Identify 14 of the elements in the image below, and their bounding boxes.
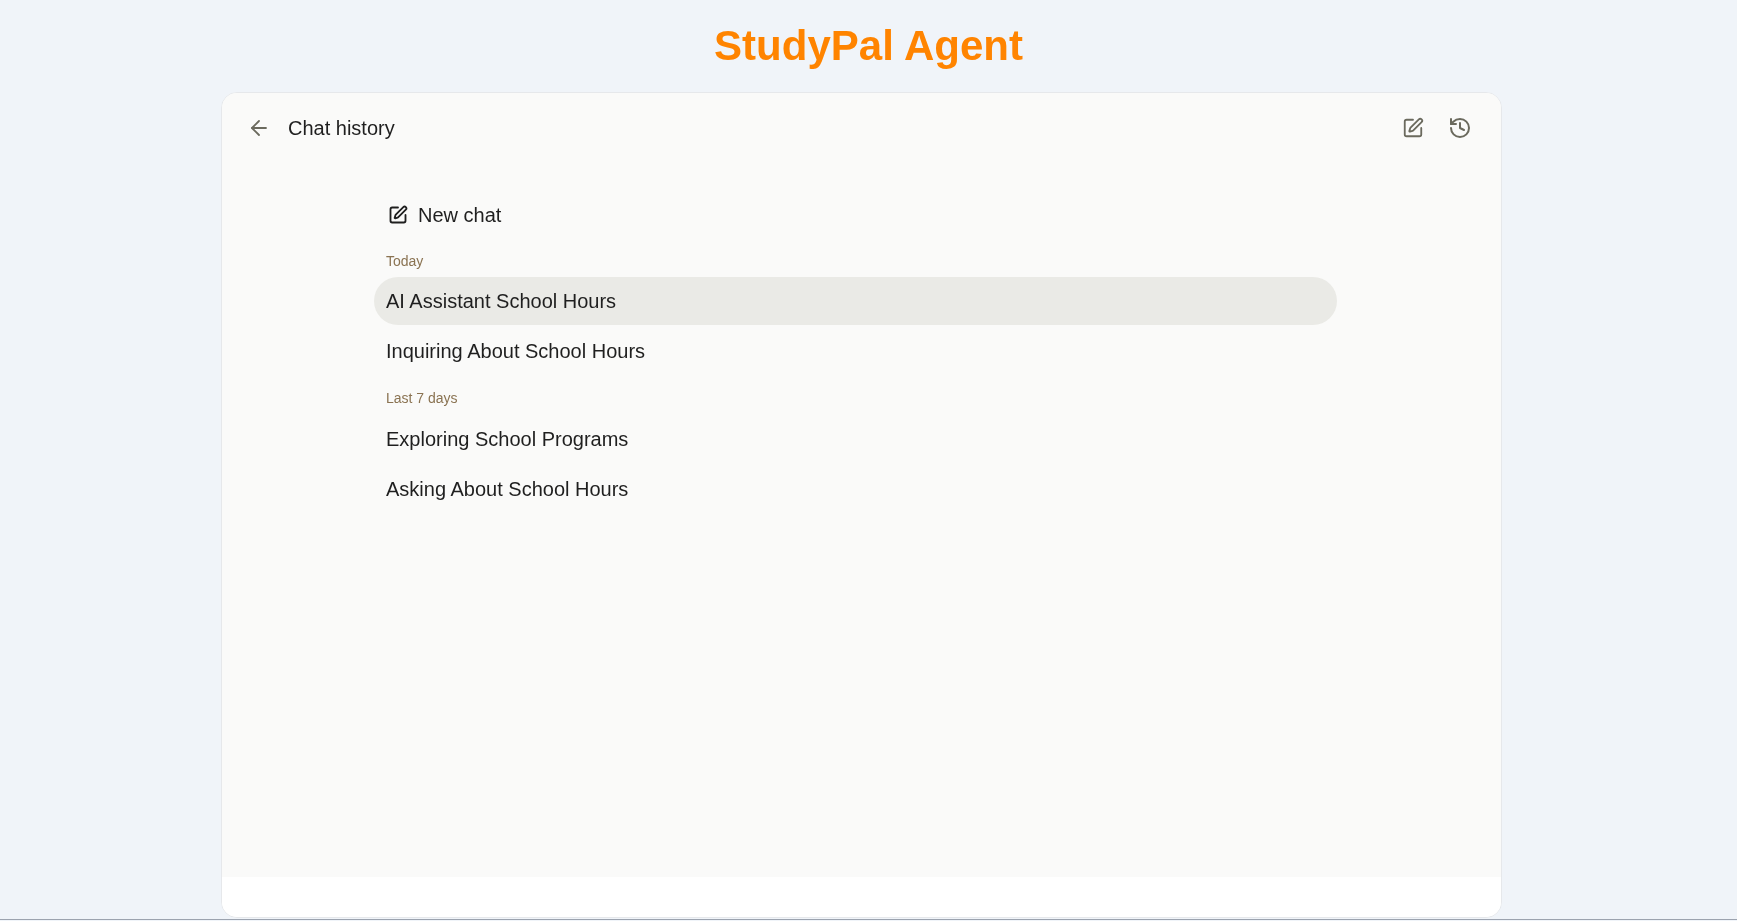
app-title: StudyPal Agent <box>714 21 1023 71</box>
history-button[interactable] <box>1447 115 1473 141</box>
new-chat-icon-button[interactable] <box>1401 116 1425 140</box>
chat-history-item[interactable]: Exploring School Programs <box>374 415 1337 463</box>
pencil-square-icon <box>1402 117 1424 139</box>
history-icon <box>1448 116 1472 140</box>
chat-history-item[interactable]: Asking About School Hours <box>374 465 1337 513</box>
pencil-square-icon <box>388 205 408 225</box>
chat-history-item[interactable]: Inquiring About School Hours <box>374 327 1337 375</box>
group-label: Today <box>385 252 425 271</box>
group-label: Last 7 days <box>385 389 459 408</box>
panel-title: Chat history <box>288 116 395 141</box>
chat-history-item[interactable]: AI Assistant School Hours <box>374 277 1337 325</box>
new-chat-button[interactable]: New chat <box>374 195 516 235</box>
